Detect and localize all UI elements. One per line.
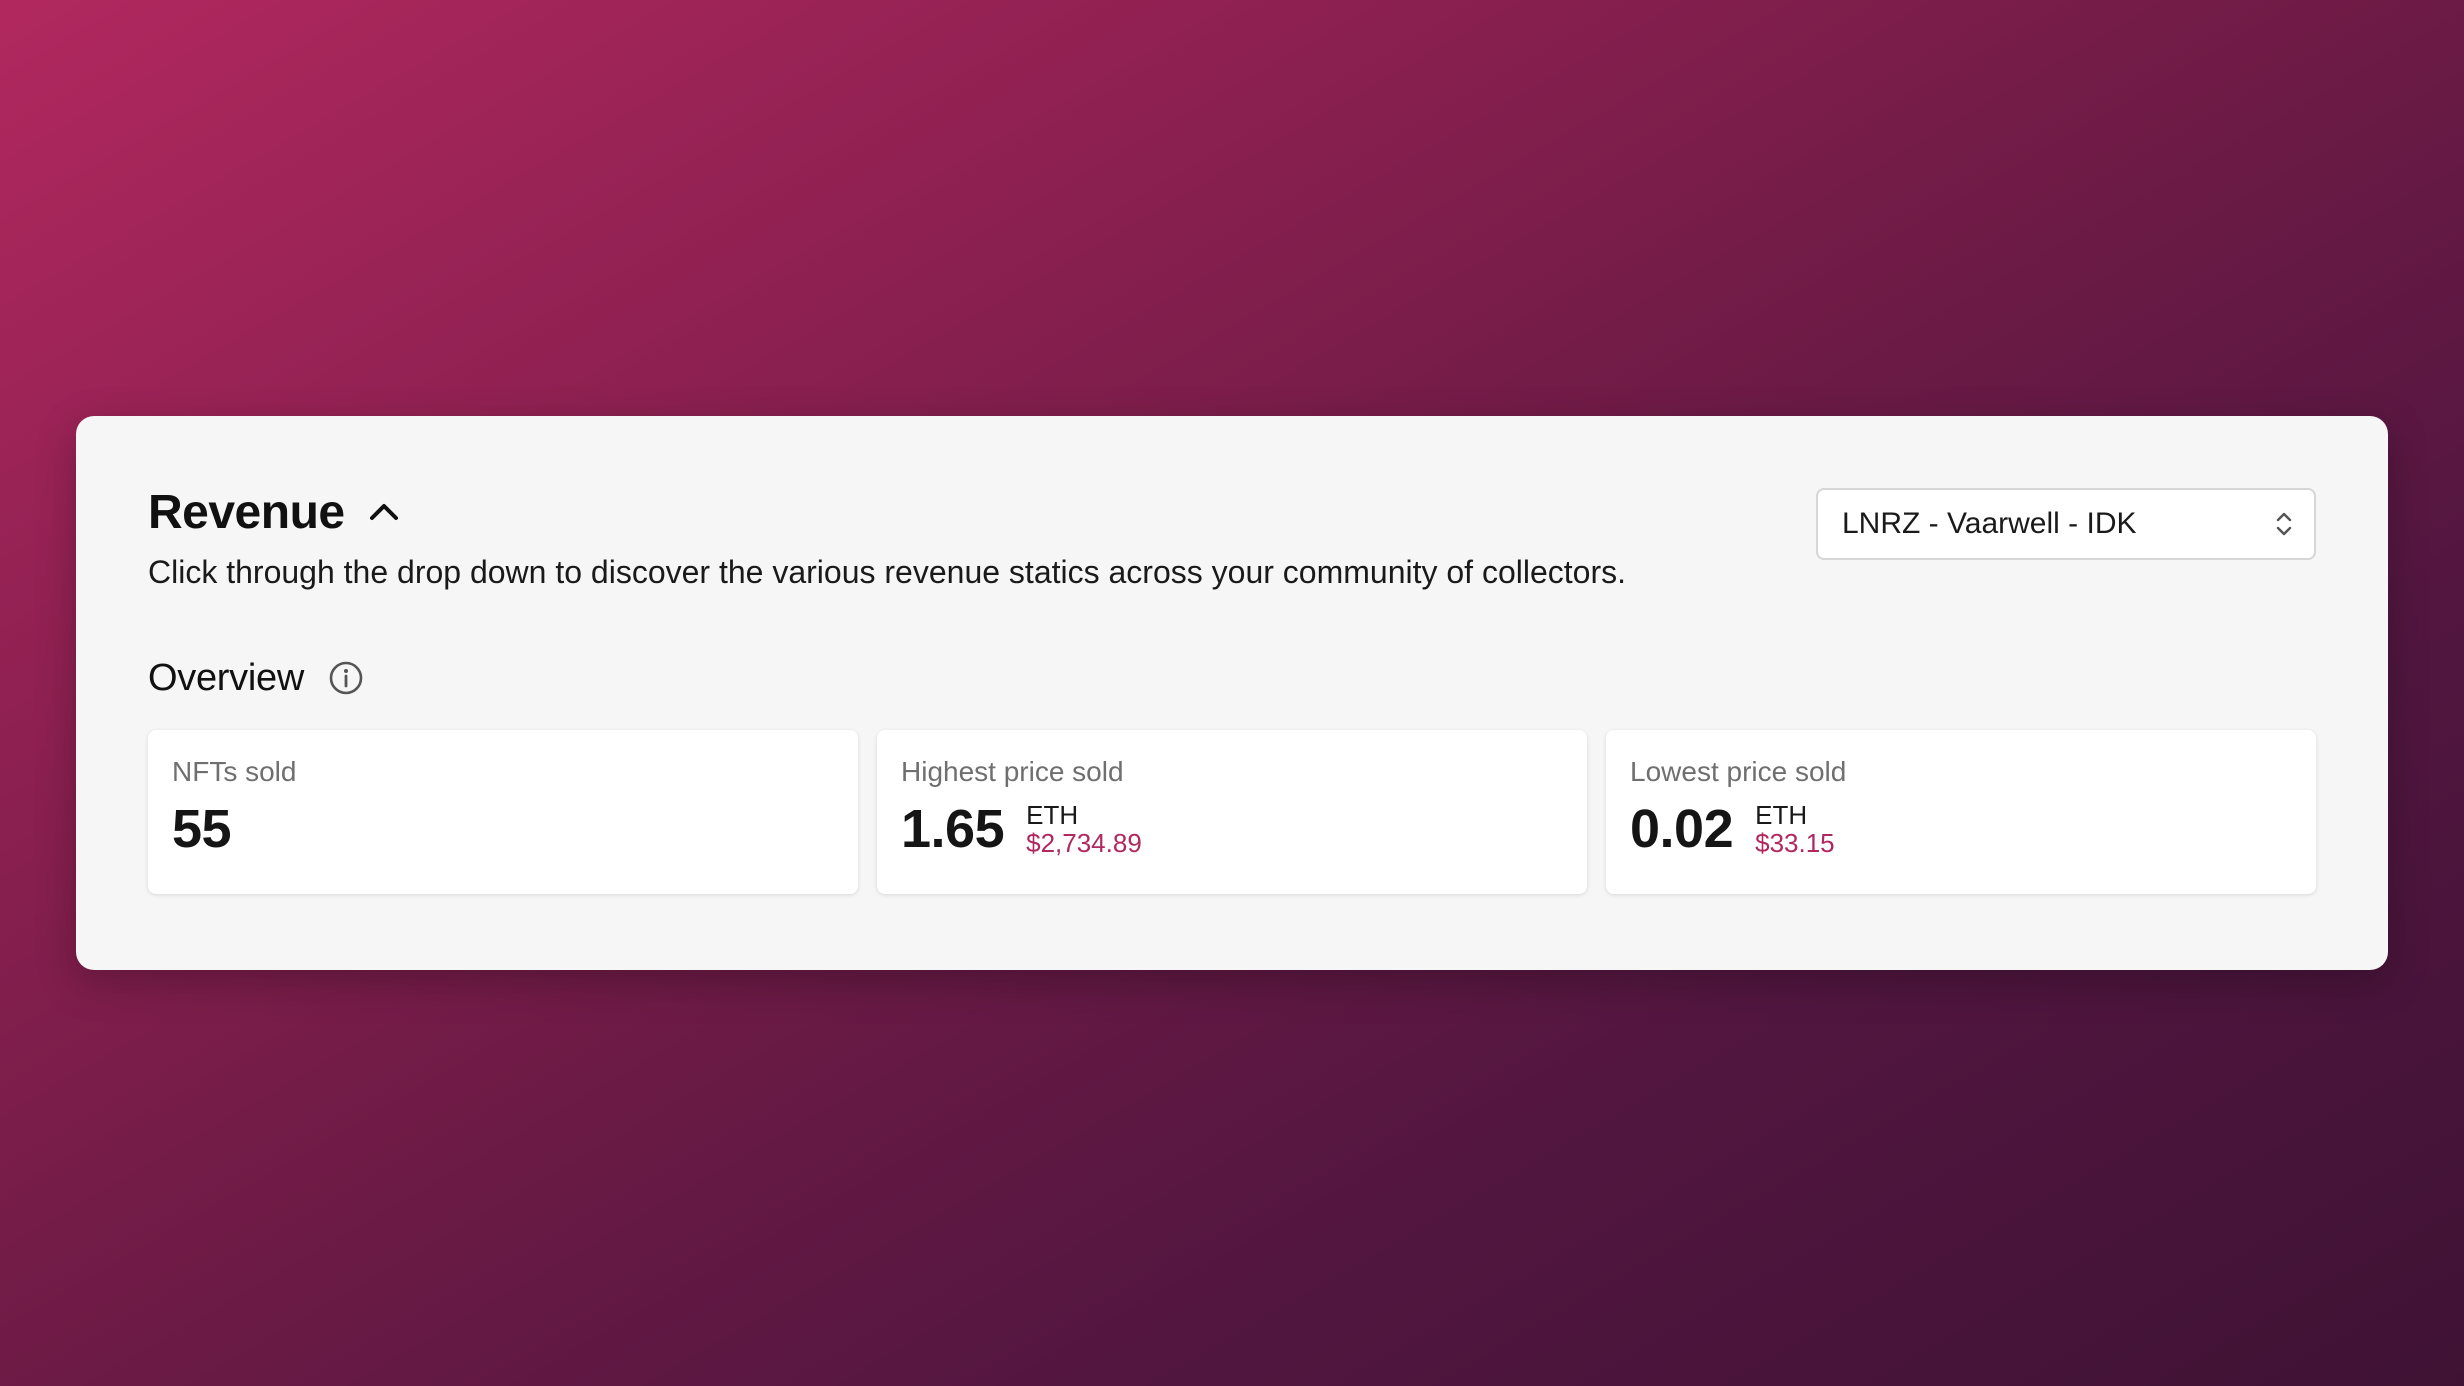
stat-card-nfts-sold: NFTs sold 55 <box>148 730 858 894</box>
overview-header: Overview <box>148 652 364 704</box>
stat-usd-value: $33.15 <box>1755 828 1835 858</box>
stat-unit-block: ETH $2,734.89 <box>1026 802 1142 856</box>
stat-usd-value: $2,734.89 <box>1026 828 1142 858</box>
stat-unit: ETH <box>1755 800 1808 830</box>
stat-value: 55 <box>172 799 232 859</box>
stat-label: Highest price sold <box>901 756 1124 787</box>
chevron-up-icon[interactable] <box>367 495 401 529</box>
revenue-description: Click through the drop down to discover … <box>148 554 1626 590</box>
stat-value-row: 0.02 ETH $33.15 <box>1630 802 1835 856</box>
stat-unit: ETH <box>1026 800 1079 830</box>
stat-value: 1.65 <box>901 799 1005 859</box>
stat-card-lowest-price: Lowest price sold 0.02 ETH $33.15 <box>1606 730 2316 894</box>
overview-title: Overview <box>148 656 304 699</box>
revenue-header[interactable]: Revenue <box>148 476 401 548</box>
stat-card-highest-price: Highest price sold 1.65 ETH $2,734.89 <box>877 730 1587 894</box>
stat-value-row: 1.65 ETH $2,734.89 <box>901 802 1142 856</box>
stat-value-row: 55 <box>172 799 232 859</box>
collection-select[interactable]: LNRZ - Vaarwell - IDK <box>1816 488 2316 560</box>
collection-select-value: LNRZ - Vaarwell - IDK <box>1842 507 2137 540</box>
stat-value: 0.02 <box>1630 799 1734 859</box>
stat-unit-block: ETH $33.15 <box>1755 802 1835 856</box>
select-arrows-icon <box>2274 510 2294 538</box>
revenue-panel: Revenue Click through the drop down to d… <box>76 416 2388 970</box>
page-title: Revenue <box>148 485 345 539</box>
stat-label: Lowest price sold <box>1630 756 1847 787</box>
info-icon[interactable] <box>328 660 364 696</box>
stat-label: NFTs sold <box>172 756 297 787</box>
